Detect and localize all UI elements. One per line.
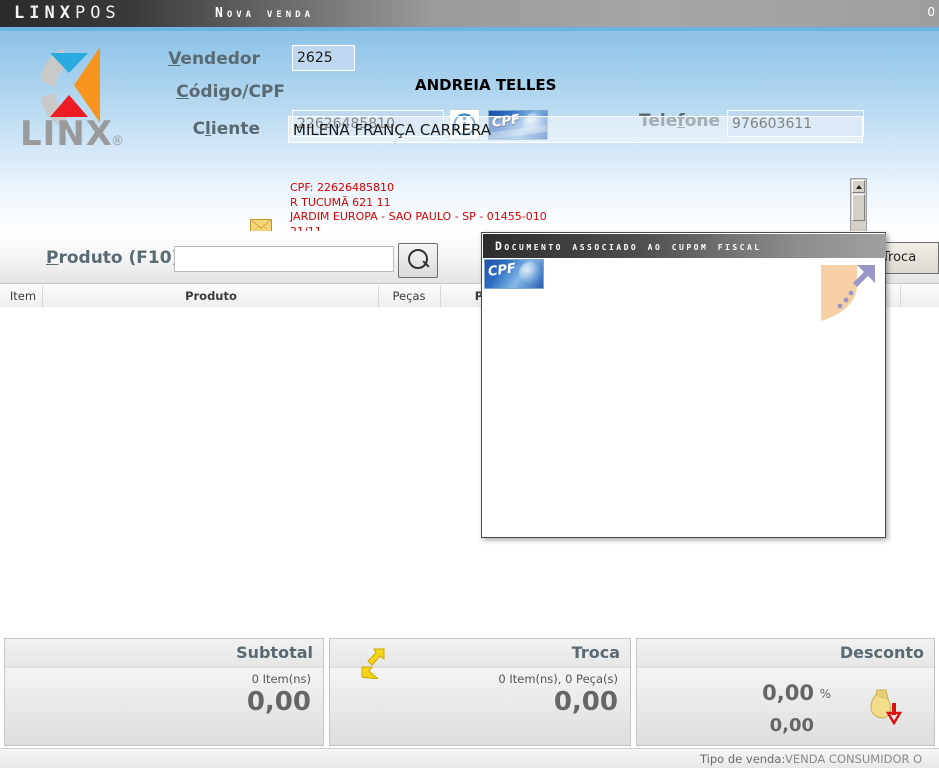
subtotal-value: 0,00 <box>246 687 311 717</box>
subtotal-detail: 0 Item(ns) <box>251 672 311 686</box>
document-association-dialog: Documento associado ao cupom fiscal CPF … <box>481 232 886 538</box>
screen-title: Nova venda <box>215 6 315 21</box>
window-title-bar: LINXPOS Nova venda 0 <box>0 0 939 27</box>
corner-counter: 0 <box>927 5 935 19</box>
produto-accelerator: P <box>46 248 59 268</box>
svg-text:LINX: LINX <box>20 114 113 153</box>
grid-col-produto: Produto <box>185 289 237 303</box>
vendedor-label: Vendedor <box>168 49 260 69</box>
vendedor-input[interactable] <box>292 45 355 71</box>
client-detail-line: JARDIM EUROPA - SAO PAULO - SP - 01455-0… <box>290 210 547 223</box>
client-detail-line: CPF: 22626485810 <box>290 181 394 194</box>
brand-prefix: LINX <box>14 3 75 23</box>
svg-text:®: ® <box>111 134 124 149</box>
troca-button[interactable]: Troca <box>878 242 939 274</box>
troca-value: 0,00 <box>553 687 618 717</box>
desconto-percent: 0,00 <box>762 681 814 705</box>
app-logo-text: LINXPOS <box>14 3 121 23</box>
codigo-cpf-label: Código/CPF <box>176 82 285 102</box>
cliente-label: Cliente <box>192 119 260 139</box>
subtotal-panel: Subtotal 0 Item(ns) 0,00 <box>4 638 324 746</box>
money-bag-down-icon[interactable] <box>864 687 904 725</box>
vendedor-name: ANDREIA TELLES <box>415 76 557 94</box>
desconto-panel: Desconto 0,00 % 0,00 <box>636 638 935 746</box>
cliente-input[interactable] <box>288 116 863 143</box>
magnifier-icon[interactable] <box>398 243 438 278</box>
grid-col-item: Item <box>9 289 37 303</box>
document-export-icon <box>821 265 875 321</box>
dialog-title: Documento associado ao cupom fiscal <box>483 234 886 258</box>
scroll-up-icon[interactable] <box>852 180 865 193</box>
produto-input[interactable] <box>174 246 394 272</box>
troca-title: Troca <box>571 643 620 662</box>
produto-label: Produto (F10) <box>46 248 180 268</box>
status-bar: Tipo de venda: VENDA CONSUMIDOR O <box>0 748 939 768</box>
desconto-percent-symbol: % <box>819 687 831 701</box>
linx-logo: LINX ® <box>20 47 124 153</box>
desconto-caption: Desconto <box>637 639 934 668</box>
client-detail-line: R TUCUMÃ 621 11 <box>290 195 391 209</box>
troca-detail: 0 Item(ns), 0 Peça(s) <box>498 672 618 686</box>
status-tipo-value: VENDA CONSUMIDOR O <box>785 752 923 766</box>
scrollbar-thumb[interactable] <box>852 194 865 221</box>
cpf-card-icon: CPF <box>484 259 544 289</box>
desconto-value: 0,00 <box>769 715 814 736</box>
exchange-arrows-icon <box>361 648 385 679</box>
subtotal-caption: Subtotal <box>5 639 323 668</box>
subtotal-title: Subtotal <box>236 643 313 662</box>
client-header-panel: LINX ® Vendedor ANDREIA TELLES Código/CP… <box>0 31 939 255</box>
desconto-title: Desconto <box>839 643 924 662</box>
troca-panel: Troca 0 Item(ns), 0 Peça(s) 0,00 <box>329 638 631 746</box>
brand-suffix: POS <box>74 3 121 23</box>
status-tipo-label: Tipo de venda: <box>700 752 786 766</box>
grid-col-pecas: Peças <box>392 289 426 303</box>
